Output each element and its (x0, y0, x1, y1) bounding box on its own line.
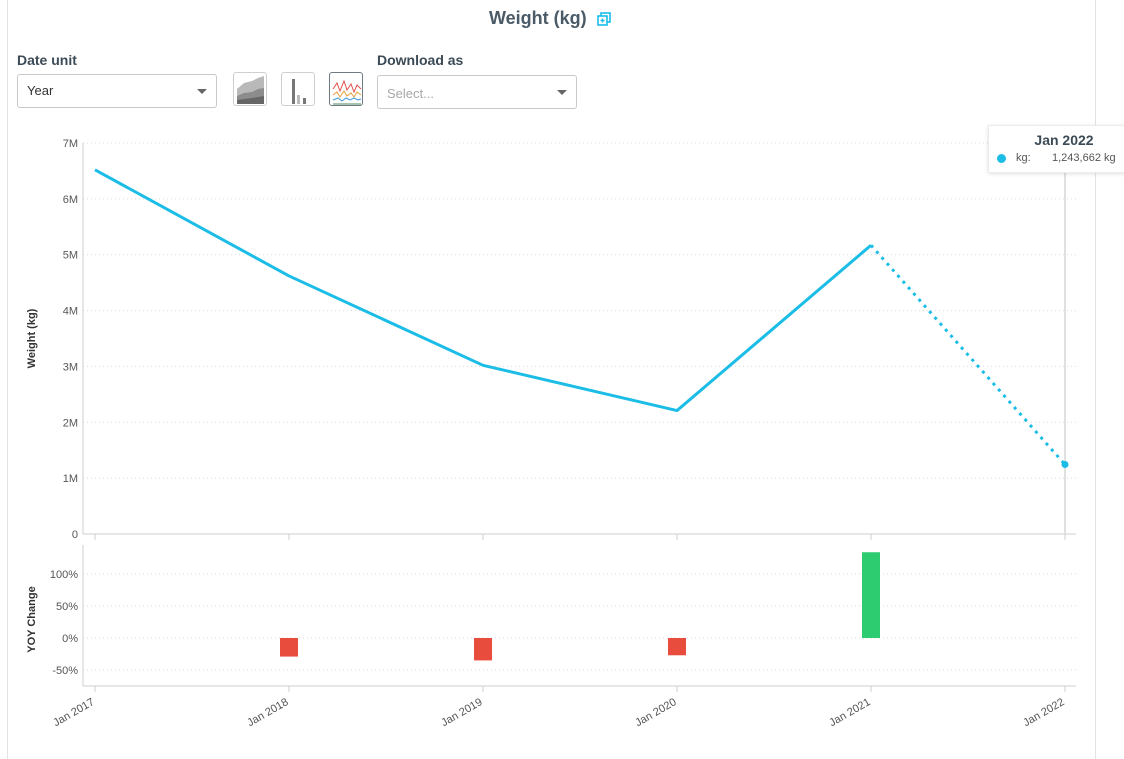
yoy-y-tick-label: 0% (62, 633, 78, 645)
tooltip-label: kg: (1016, 152, 1031, 164)
y-tick-label: 4M (63, 306, 78, 318)
series-line-projected (869, 244, 1067, 466)
y-tick-label: 2M (63, 417, 78, 429)
yoy-bar (280, 638, 298, 657)
yoy-y-tick-label: 100% (50, 569, 78, 581)
x-tick-label: Jan 2018 (245, 696, 290, 729)
y-axis-title: Weight (kg) (26, 308, 38, 368)
tooltip-title: Jan 2022 (1034, 132, 1094, 148)
chart-area: 0 1M 2M 3M 4M 5M 6M 7M Weight (kg) 100% 50% 0% -50% Y… (26, 138, 1076, 729)
y-tick-label: 1M (63, 473, 78, 485)
tooltip-series-marker (997, 154, 1006, 163)
yoy-bar (668, 638, 686, 656)
y-tick-label: 3M (63, 361, 78, 373)
x-tick-label: Jan 2017 (51, 696, 96, 729)
x-tick-label: Jan 2019 (439, 696, 484, 729)
y-tick-label: 6M (63, 194, 78, 206)
yoy-y-tick-label: -50% (52, 665, 78, 677)
yoy-bar (474, 638, 492, 661)
y-tick-label: 0 (72, 529, 78, 541)
series-line (94, 168, 872, 413)
x-tick-label: Jan 2021 (827, 696, 872, 729)
data-point (1061, 461, 1069, 469)
yoy-bar (862, 552, 880, 638)
yoy-y-tick-label: 50% (56, 601, 78, 613)
yoy-axis-title: YOY Change (26, 586, 38, 652)
tooltip-value: 1,243,662 kg (1052, 152, 1116, 164)
chart-tooltip: Jan 2022 kg: 1,243,662 kg (988, 125, 1124, 173)
y-tick-label: 5M (63, 250, 78, 262)
x-tick-label: Jan 2022 (1021, 696, 1066, 729)
y-tick-label: 7M (63, 138, 78, 150)
x-tick-label: Jan 2020 (633, 696, 678, 729)
